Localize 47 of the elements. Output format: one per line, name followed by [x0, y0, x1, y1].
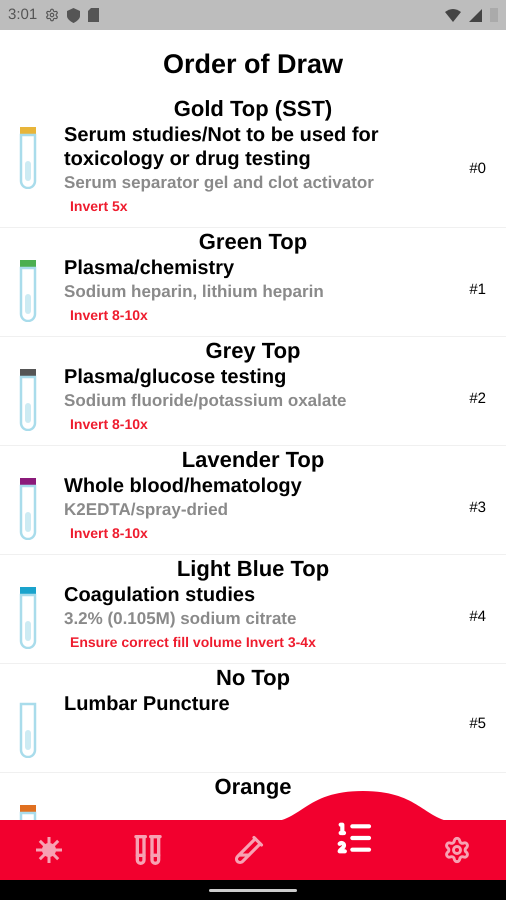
- virus-icon[interactable]: [34, 836, 63, 864]
- gear-icon: [45, 8, 60, 22]
- signal-icon: [469, 8, 482, 22]
- inversion-note: Invert 5x: [69, 196, 129, 216]
- wifi-icon: [445, 8, 461, 22]
- inversion-note: Invert 8-10x: [69, 524, 149, 542]
- inversion-note: Invert 8-10x: [69, 306, 149, 324]
- settings-icon[interactable]: [443, 836, 472, 864]
- tube-title: No Top: [214, 664, 292, 692]
- test-tubes-icon[interactable]: [132, 834, 164, 866]
- tube-item[interactable]: Lavender Top Whole blood/hematology K2EDTA/spray-dried Invert 8-10x #3: [0, 446, 506, 554]
- test-tube-icon[interactable]: [234, 835, 264, 865]
- tube-item[interactable]: Gold Top (SST) Serum studies/Not to be used for toxicology or drug testing Serum separator gel and clot activator Invert 5x #0: [0, 94, 506, 228]
- order-number: #4: [469, 607, 486, 628]
- tube-additive: Sodium fluoride/potassium oxalate: [64, 390, 348, 412]
- tube-use: Coagulation studies: [64, 582, 256, 606]
- order-number: #5: [469, 714, 486, 734]
- page-title: Order of Draw: [162, 48, 344, 81]
- tube-use: Lumbar Puncture: [64, 692, 231, 716]
- tube-additive: Sodium heparin, lithium heparin: [64, 280, 325, 302]
- tube-use: Serum studies/Not to be used for toxicology or drug testing: [64, 122, 380, 170]
- tube-additive: K2EDTA/spray-dried: [64, 498, 230, 520]
- inversion-note: Ensure correct fill volume Invert 3-4x: [69, 632, 317, 652]
- order-number: #3: [469, 498, 486, 518]
- tube-additive: Serum separator gel and clot activator: [64, 172, 375, 194]
- tube-item[interactable]: Green Top Plasma/chemistry Sodium heparin, lithium heparin Invert 8-10x #1: [0, 228, 506, 336]
- tube-item[interactable]: No Top Lumbar Puncture #5: [0, 664, 506, 772]
- home-indicator[interactable]: [209, 888, 297, 892]
- tube-title: Green Top: [198, 228, 308, 256]
- tube-item[interactable]: Grey Top Plasma/glucose testing Sodium fluoride/potassium oxalate Invert 8-10x #2: [0, 336, 506, 446]
- tube-title: Gold Top (SST): [172, 94, 334, 122]
- tube-title: Orange: [213, 772, 293, 800]
- tube-title: Lavender Top: [180, 446, 326, 474]
- tube-title: Light Blue Top: [176, 554, 330, 582]
- tube-use: Plasma/glucose testing: [64, 364, 288, 388]
- order-number: #2: [469, 389, 486, 410]
- order-number: #1: [469, 280, 486, 300]
- inversion-note: Invert 8-10x: [69, 414, 149, 434]
- tube-title: Grey Top: [204, 336, 302, 364]
- sd-card-icon: [88, 8, 100, 22]
- status-time: 3:01: [8, 4, 38, 25]
- order-number: #0: [469, 159, 486, 180]
- tube-use: Plasma/chemistry: [64, 256, 236, 280]
- tube-item[interactable]: Light Blue Top Coagulation studies 3.2% (0.105M) sodium citrate Ensure correct fill volume Invert 3-4x #4: [0, 554, 506, 664]
- shield-icon: [67, 8, 80, 22]
- tube-use: Whole blood/hematology: [64, 474, 303, 498]
- tube-additive: 3.2% (0.105M) sodium citrate: [64, 608, 298, 630]
